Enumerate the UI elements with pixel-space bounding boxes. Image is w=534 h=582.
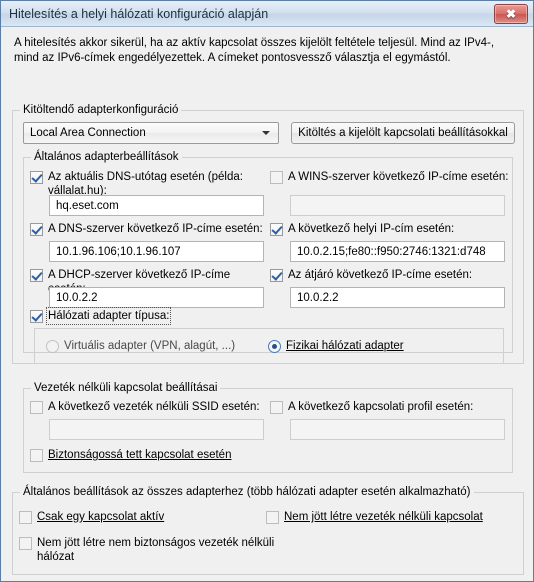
checkbox-dns-suffix-label: Az aktuális DNS-utótag esetén (példa: vá…	[48, 171, 243, 197]
checkbox-wireless-ssid-box[interactable]	[30, 401, 43, 414]
checkbox-gateway[interactable]: Az átjáró következő IP-címe esetén:	[270, 268, 515, 282]
checkbox-no-unsecured-wireless-box[interactable]	[19, 537, 32, 550]
checkbox-dns-server[interactable]: A DNS-szerver következő IP-címe esetén:	[30, 222, 265, 236]
chevron-down-icon	[262, 131, 270, 135]
radio-physical-adapter-box[interactable]	[268, 339, 281, 353]
checkbox-dns-server-box[interactable]	[30, 223, 43, 236]
checkbox-no-wireless-connection[interactable]: Nem jött létre vezeték nélküli kapcsolat	[266, 510, 483, 524]
checkbox-wireless-ssid[interactable]: A következő vezeték nélküli SSID esetén:	[30, 400, 265, 414]
checkbox-only-one-active[interactable]: Csak egy kapcsolat aktív	[19, 510, 164, 524]
checkbox-wins-server-box[interactable]	[270, 171, 283, 184]
checkbox-dns-suffix-box[interactable]	[30, 171, 43, 184]
adapter-select-value: Local Area Connection	[30, 127, 146, 139]
checkbox-gateway-box[interactable]	[270, 269, 283, 282]
adapter-select[interactable]: Local Area Connection	[23, 122, 279, 144]
checkbox-no-wireless-connection-label: Nem jött létre vezeték nélküli kapcsolat	[284, 511, 483, 523]
radio-physical-adapter-label: Fizikai hálózati adapter	[286, 340, 404, 352]
input-local-ip-value: 10.0.2.15;fe80::f950:2746:1321:d748	[297, 245, 486, 258]
global-settings-legend: Általános beállítások az összes adapterh…	[20, 486, 474, 498]
fill-button-label: Kitöltés a kijelölt kapcsolati beállítás…	[298, 127, 508, 139]
checkbox-local-ip-label: A következő helyi IP-cím esetén:	[288, 223, 455, 235]
checkbox-connection-profile-label: A következő kapcsolati profil esetén:	[288, 401, 474, 413]
checkbox-connection-profile-box[interactable]	[270, 401, 283, 414]
checkbox-local-ip[interactable]: A következő helyi IP-cím esetén:	[270, 222, 515, 236]
checkbox-secured-connection[interactable]: Biztonságossá tett kapcsolat esetén	[30, 448, 231, 462]
checkbox-wireless-ssid-label: A következő vezeték nélküli SSID esetén:	[48, 401, 260, 413]
input-dns-server[interactable]: 10.1.96.106;10.1.96.107	[49, 241, 264, 262]
input-dns-suffix-value: hq.eset.com	[56, 199, 119, 212]
checkbox-no-unsecured-wireless-label: Nem jött létre nem biztonságos vezeték n…	[37, 537, 275, 563]
general-adapter-legend: Általános adapterbeállítások	[31, 151, 182, 163]
checkbox-dhcp-server-box[interactable]	[30, 269, 43, 282]
checkbox-adapter-type-label: Hálózati adapter típusa:	[45, 307, 172, 325]
checkbox-no-wireless-connection-box[interactable]	[266, 511, 279, 524]
checkbox-secured-connection-box[interactable]	[30, 449, 43, 462]
radio-virtual-adapter-box[interactable]	[46, 339, 59, 353]
checkbox-wins-server-label: A WINS-szerver következő IP-címe esetén:	[288, 171, 509, 183]
input-dns-suffix[interactable]: hq.eset.com	[49, 195, 264, 216]
checkbox-only-one-active-label: Csak egy kapcsolat aktív	[37, 511, 165, 523]
input-gateway-value: 10.0.2.2	[297, 291, 339, 304]
checkbox-dns-suffix[interactable]: Az aktuális DNS-utótag esetén (példa: vá…	[30, 170, 255, 198]
input-local-ip[interactable]: 10.0.2.15;fe80::f950:2746:1321:d748	[290, 241, 505, 262]
checkbox-adapter-type-box[interactable]	[30, 310, 43, 323]
titlebar: Hitelesítés a helyi hálózati konfiguráci…	[1, 1, 533, 27]
dialog-body: A hitelesítés akkor sikerül, ha az aktív…	[1, 36, 533, 575]
input-wireless-ssid[interactable]	[49, 419, 264, 440]
checkbox-only-one-active-box[interactable]	[19, 511, 32, 524]
checkbox-no-unsecured-wireless[interactable]: Nem jött létre nem biztonságos vezeték n…	[19, 536, 279, 564]
checkbox-wins-server[interactable]: A WINS-szerver következő IP-címe esetén:	[270, 170, 515, 184]
intro-text: A hitelesítés akkor sikerül, ha az aktív…	[14, 37, 495, 64]
checkbox-dns-server-label: A DNS-szerver következő IP-címe esetén:	[48, 223, 263, 235]
input-dhcp-server-value: 10.0.2.2	[56, 291, 98, 304]
radio-virtual-adapter-label: Virtuális adapter (VPN, alagút, ...)	[64, 340, 236, 352]
checkbox-secured-connection-label: Biztonságossá tett kapcsolat esetén	[48, 449, 232, 461]
checkbox-connection-profile[interactable]: A következő kapcsolati profil esetén:	[270, 400, 515, 414]
fill-from-selected-connection-button[interactable]: Kitöltés a kijelölt kapcsolati beállítás…	[291, 122, 515, 144]
checkbox-gateway-label: Az átjáró következő IP-címe esetén:	[288, 269, 473, 281]
checkbox-local-ip-box[interactable]	[270, 223, 283, 236]
close-icon: ✖	[505, 7, 517, 21]
close-button[interactable]: ✖	[494, 4, 528, 24]
network-config-dialog: Hitelesítés a helyi hálózati konfiguráci…	[0, 0, 534, 582]
radio-physical-adapter[interactable]: Fizikai hálózati adapter	[268, 339, 404, 353]
window-title: Hitelesítés a helyi hálózati konfiguráci…	[9, 6, 269, 21]
checkbox-adapter-type[interactable]: Hálózati adapter típusa:	[30, 307, 172, 325]
input-dhcp-server[interactable]: 10.0.2.2	[49, 287, 264, 308]
input-wins-server[interactable]	[290, 195, 505, 216]
input-dns-server-value: 10.1.96.106;10.1.96.107	[56, 245, 181, 258]
adapter-config-legend: Kitöltendő adapterkonfiguráció	[20, 104, 182, 116]
radio-virtual-adapter[interactable]: Virtuális adapter (VPN, alagút, ...)	[46, 339, 235, 353]
input-gateway[interactable]: 10.0.2.2	[290, 287, 505, 308]
wireless-legend: Vezeték nélküli kapcsolat beállításai	[31, 382, 221, 394]
input-connection-profile[interactable]	[290, 419, 505, 440]
